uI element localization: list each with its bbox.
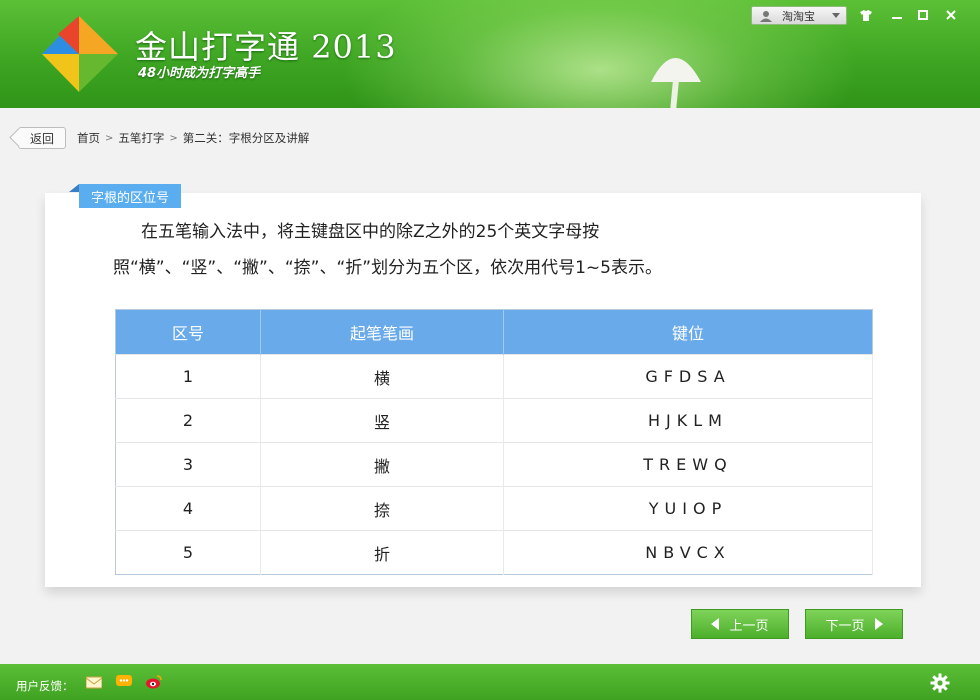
arrow-left-icon [711, 618, 720, 630]
breadcrumb-separator: > [105, 132, 114, 144]
next-page-label: 下一页 [825, 618, 865, 634]
prev-page-button[interactable]: 上一页 [691, 609, 789, 639]
table-row: 1 横 GFDSA [115, 354, 873, 399]
zone-cell: 3 [115, 442, 261, 487]
chevron-down-icon [832, 13, 840, 18]
maximize-icon [918, 10, 928, 20]
keys-cell: GFDSA [503, 354, 873, 399]
breadcrumb: 首页 > 五笔打字 > 第二关：字根分区及讲解 [77, 130, 309, 146]
app-slogan: 48小时成为打字高手 [138, 66, 261, 81]
close-icon [946, 10, 956, 20]
zone-cell: 2 [115, 398, 261, 443]
mushroom-illustration [651, 58, 701, 108]
zone-cell: 1 [115, 354, 261, 399]
column-header-zone: 区号 [115, 309, 261, 355]
column-header-stroke: 起笔笔画 [260, 309, 504, 355]
table-header-row: 区号 起笔笔画 键位 [115, 309, 873, 355]
keys-cell: NBVCX [503, 530, 873, 575]
shirt-icon [860, 9, 872, 21]
zone-cell: 5 [115, 530, 261, 575]
key-zone-table: 区号 起笔笔画 键位 1 横 GFDSA 2 竖 HJKLM 3 撇 TREWQ… [115, 309, 873, 575]
minimize-button[interactable] [886, 6, 908, 24]
table-row: 4 捺 YUIOP [115, 486, 873, 531]
app-logo-icon [42, 16, 118, 92]
account-dropdown[interactable]: 淘淘宝 [751, 6, 847, 25]
breadcrumb-current: 第二关：字根分区及讲解 [182, 131, 310, 145]
breadcrumb-wubi[interactable]: 五笔打字 [118, 130, 164, 146]
mail-icon[interactable] [86, 675, 102, 689]
weibo-icon[interactable] [146, 675, 162, 689]
arrow-right-icon [874, 618, 883, 630]
column-header-keys: 键位 [503, 309, 873, 355]
stroke-cell: 横 [260, 354, 504, 399]
table-row: 3 撇 TREWQ [115, 442, 873, 487]
stroke-cell: 竖 [260, 398, 504, 443]
close-button[interactable] [940, 6, 962, 24]
lesson-paragraph: 在五笔输入法中，将主键盘区中的除Z之外的25个英文字母按照“横”、“竖”、“撇”… [113, 222, 662, 278]
prev-page-label: 上一页 [729, 618, 769, 634]
account-label: 淘淘宝 [782, 9, 815, 23]
keys-cell: YUIOP [503, 486, 873, 531]
keys-cell: TREWQ [503, 442, 873, 487]
table-row: 2 竖 HJKLM [115, 398, 873, 443]
breadcrumb-home[interactable]: 首页 [77, 130, 100, 146]
keys-cell: HJKLM [503, 398, 873, 443]
skin-button[interactable] [855, 6, 877, 24]
gear-icon[interactable] [930, 673, 950, 693]
feedback-label: 用户反馈： [16, 679, 74, 693]
chat-icon[interactable] [116, 675, 132, 689]
zone-cell: 4 [115, 486, 261, 531]
table-row: 5 折 NBVCX [115, 530, 873, 575]
breadcrumb-separator: > [169, 132, 178, 144]
stroke-cell: 折 [260, 530, 504, 575]
stroke-cell: 捺 [260, 486, 504, 531]
section-tag: 字根的区位号 [68, 184, 182, 208]
user-icon [760, 10, 772, 22]
maximize-button[interactable] [912, 6, 934, 24]
minimize-icon [892, 17, 902, 19]
back-button[interactable]: 返回 [18, 127, 66, 149]
next-page-button[interactable]: 下一页 [805, 609, 903, 639]
stroke-cell: 撇 [260, 442, 504, 487]
